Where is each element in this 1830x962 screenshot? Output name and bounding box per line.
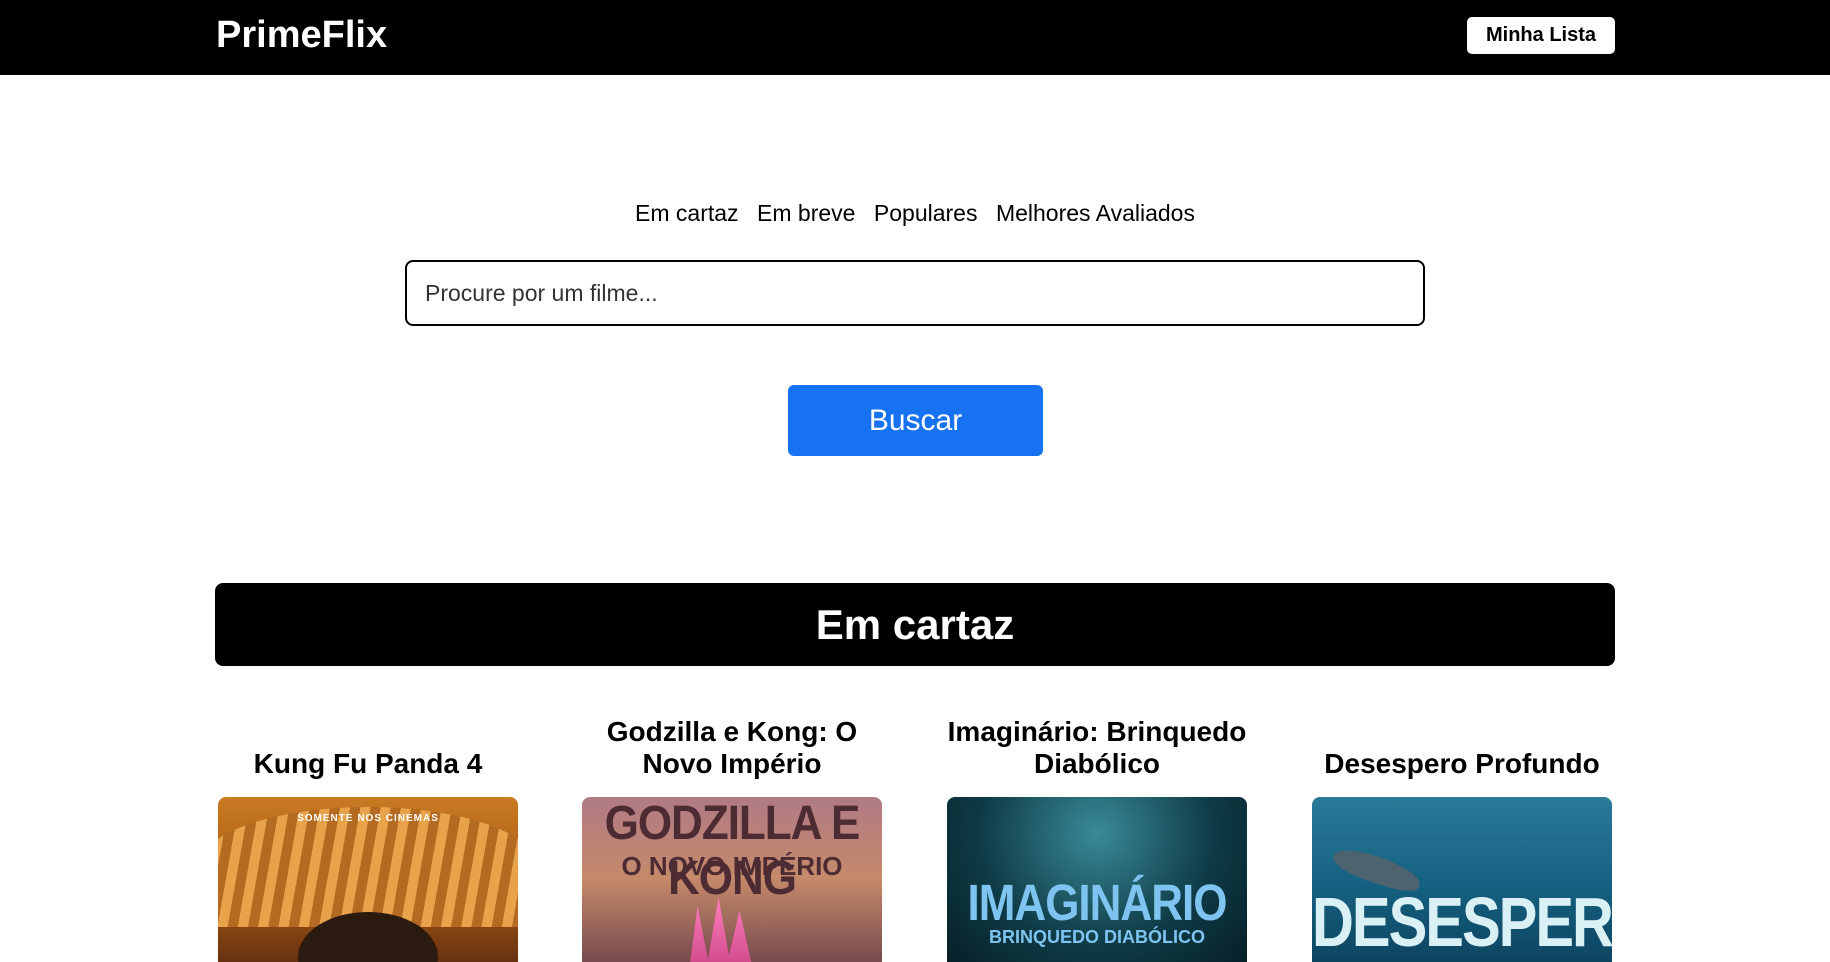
movie-card[interactable]: Godzilla e Kong: O Novo Império GODZILLA…: [582, 712, 882, 962]
movie-poster[interactable]: SOMENTE NOS CINEMAS: [218, 797, 518, 962]
movie-title: Desespero Profundo: [1324, 748, 1600, 779]
movie-title: Kung Fu Panda 4: [253, 748, 483, 779]
poster-art-hat: [218, 807, 518, 927]
poster-logo-text: DESESPERO: [1312, 883, 1612, 962]
movie-card[interactable]: Desespero Profundo DESESPERO: [1312, 712, 1612, 962]
category-nav: Em cartaz Em breve Populares Melhores Av…: [0, 200, 1830, 227]
movie-poster[interactable]: DESESPERO: [1312, 797, 1612, 962]
poster-logo-text: IMAGINÁRIO: [967, 875, 1228, 932]
poster-subtitle-text: O NOVO IMPÉRIO: [621, 851, 843, 881]
nav-link-top-rated[interactable]: Melhores Avaliados: [996, 200, 1195, 227]
movie-card[interactable]: Kung Fu Panda 4 SOMENTE NOS CINEMAS: [218, 712, 518, 962]
nav-link-popular[interactable]: Populares: [874, 200, 978, 227]
brand-logo[interactable]: PrimeFlix: [216, 14, 387, 57]
nav-link-upcoming[interactable]: Em breve: [757, 200, 855, 227]
section-header: Em cartaz: [215, 583, 1615, 666]
section-title: Em cartaz: [815, 600, 1015, 648]
movie-title: Imaginário: Brinquedo Diabólico: [947, 716, 1247, 779]
movie-title: Godzilla e Kong: O Novo Império: [606, 716, 858, 779]
movie-poster[interactable]: IMAGINÁRIO BRINQUEDO DIABÓLICO: [947, 797, 1247, 962]
top-bar: PrimeFlix Minha Lista: [0, 0, 1830, 75]
poster-tagline: SOMENTE NOS CINEMAS: [297, 813, 439, 824]
movie-card[interactable]: Imaginário: Brinquedo Diabólico IMAGINÁR…: [947, 712, 1247, 962]
poster-art-creature: [687, 897, 757, 962]
nav-link-now-playing[interactable]: Em cartaz: [635, 200, 739, 227]
my-list-button[interactable]: Minha Lista: [1467, 17, 1615, 54]
poster-subtitle-text: BRINQUEDO DIABÓLICO: [989, 927, 1205, 947]
search-button[interactable]: Buscar: [788, 385, 1043, 456]
movie-poster[interactable]: GODZILLA E KONG O NOVO IMPÉRIO: [582, 797, 882, 962]
movie-search-input[interactable]: [405, 260, 1425, 326]
